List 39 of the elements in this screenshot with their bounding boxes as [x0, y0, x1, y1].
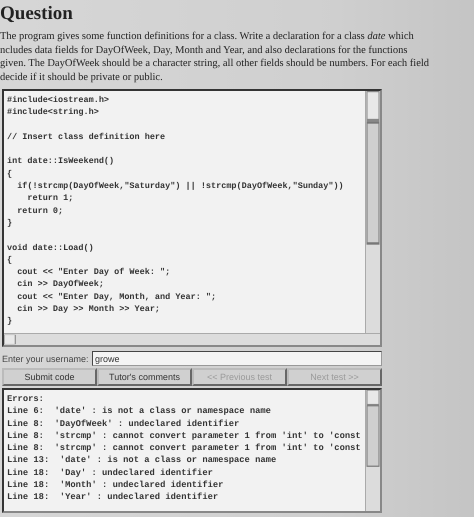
- code-line: }: [7, 216, 14, 230]
- username-label: Enter your username:: [2, 354, 90, 364]
- code-line: {: [7, 254, 14, 266]
- error-output[interactable]: [2, 388, 382, 513]
- error-line: Errors:: [7, 393, 45, 406]
- code-line: cout << "Enter Day of Week: ";: [16, 266, 172, 278]
- horizontal-scrollbar[interactable]: [4, 333, 380, 345]
- error-line: Line 8: 'DayOfWeek' : undeclared identifier: [7, 418, 240, 430]
- code-line: int date::IsWeekend(): [7, 155, 116, 168]
- question-text: The program gives some function definitions for a class. Write a declaration for a class date which: [0, 30, 415, 44]
- code-line: #include<iostream.h>: [7, 94, 110, 106]
- scrollbar[interactable]: [365, 390, 380, 511]
- error-line: Line 18: 'Year' : undeclared identifier: [7, 491, 220, 504]
- code-line: #include<string.h>: [7, 106, 100, 119]
- error-line: Line 18: 'Day' : undeclared identifier: [7, 466, 214, 480]
- code-line: void date::Load(): [7, 242, 95, 254]
- code-line: {: [7, 168, 14, 180]
- code-line: if(!strcmp(DayOfWeek,"Saturday") || !strcmp(DayOfWeek,"Sunday")): [16, 180, 345, 192]
- username-field[interactable]: growe: [92, 351, 382, 366]
- action-button[interactable]: Submit code: [2, 368, 97, 386]
- error-line: Line 13: 'date' : is not a class or namespace name: [7, 454, 278, 467]
- scrollbar[interactable]: [365, 91, 380, 333]
- code-editor[interactable]: [2, 89, 382, 347]
- action-button[interactable]: Tutor's comments: [97, 368, 192, 386]
- error-line: Line 18: 'Month' : undeclared identifier: [7, 479, 224, 492]
- error-line: Line 8: 'strcmp' : cannot convert parameter 1 from 'int' to 'const: [7, 442, 362, 454]
- code-line: // Insert class definition here: [7, 130, 166, 144]
- error-line: Line 6: 'date' : is not a class or namespace name: [7, 405, 272, 418]
- question-text: ncludes data fields for DayOfWeek, Day, Month and Year, and also declarations for the functions: [0, 44, 408, 57]
- code-line: cin >> Day >> Month >> Year;: [16, 303, 162, 316]
- code-line: }: [7, 315, 14, 328]
- error-line: Line 8: 'strcmp' : cannot convert parameter 1 from 'int' to 'const: [7, 430, 362, 442]
- code-line: return 0;: [16, 204, 64, 217]
- question-heading: Question: [0, 2, 74, 26]
- code-line: return 1;: [26, 192, 74, 205]
- question-text: given. The DayOfWeek should be a character string, all other fields should be numbers. For each field: [0, 57, 430, 70]
- question-text: decide if it should be private or public.: [0, 70, 164, 84]
- code-line: cin >> DayOfWeek;: [16, 278, 105, 291]
- code-line: cout << "Enter Day, Month, and Year: ";: [16, 290, 218, 304]
